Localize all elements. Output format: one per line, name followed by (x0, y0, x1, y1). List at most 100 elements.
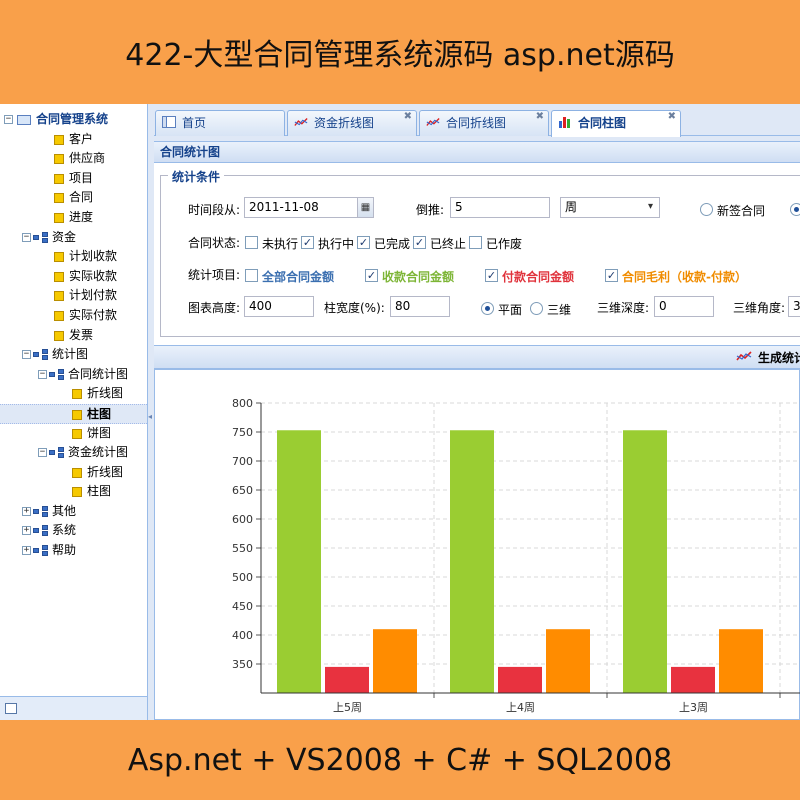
status-checkbox-4[interactable] (469, 236, 482, 249)
sidebar-item-label: 资金 (52, 229, 77, 244)
status-label-3: 已终止 (430, 237, 467, 251)
sidebar-item[interactable]: 折线图 (0, 463, 147, 483)
sidebar-item-label: 实际付款 (69, 307, 118, 322)
sidebar-item[interactable]: + 系统 (0, 521, 147, 541)
panel-title: 合同统计图 (154, 141, 800, 163)
y-tick-label: 500 (232, 571, 253, 584)
sidebar-item[interactable]: + 其他 (0, 502, 147, 522)
leaf-icon (54, 173, 64, 184)
sidebar-item[interactable]: 柱图 (0, 403, 147, 424)
banner-title: 422-大型合同管理系统源码 asp.net源码 (125, 38, 675, 73)
tab-contract-bar[interactable]: 合同柱图 ✖ (551, 110, 681, 137)
depth-field[interactable]: 0 (654, 296, 714, 317)
leaf-icon (72, 409, 82, 420)
tree-root[interactable]: − 合同管理系统 (0, 110, 147, 130)
barwidth-field[interactable]: 80 (390, 296, 450, 317)
leaf-icon (54, 134, 64, 145)
sidebar-item[interactable]: 计划收款 (0, 247, 147, 267)
angle-field[interactable]: 3 (788, 296, 800, 317)
bar (373, 629, 417, 693)
sidebar-item-label: 统计图 (52, 347, 89, 362)
bar (498, 666, 542, 693)
sidebar-item[interactable]: 项目 (0, 169, 147, 189)
new-contract-label: 新签合同 (717, 204, 766, 218)
bar (277, 430, 321, 693)
tab-fund-line[interactable]: 资金折线图 ✖ (287, 110, 417, 136)
collapse-toggle-icon[interactable]: − (38, 448, 47, 458)
leaf-icon (54, 252, 64, 263)
item-label-2: 付款合同金额 (502, 270, 575, 284)
height-field[interactable]: 400 (244, 296, 314, 317)
leaf-icon (72, 487, 82, 498)
tab-contract-bar-label: 合同柱图 (578, 116, 627, 130)
item-checkbox-0[interactable] (245, 269, 258, 282)
collapse-toggle-icon[interactable]: − (22, 350, 31, 360)
sidebar-item[interactable]: 供应商 (0, 149, 147, 169)
sidebar-item[interactable]: − 合同统计图 (0, 365, 147, 385)
status-label: 合同状态: (188, 236, 241, 250)
sidebar-item[interactable]: 柱图 (0, 482, 147, 502)
back-count-field[interactable]: 5 (450, 197, 550, 218)
sidebar-item[interactable]: 折线图 (0, 384, 147, 404)
generate-button[interactable]: 生成统计 (758, 349, 800, 366)
status-checkbox-2[interactable]: ✓ (357, 236, 370, 249)
sidebar-item[interactable]: 计划付款 (0, 286, 147, 306)
sidebar-item[interactable]: 进度 (0, 208, 147, 228)
close-icon[interactable]: ✖ (536, 111, 544, 123)
new-contract-radio[interactable] (700, 203, 713, 216)
tree-node-icon (33, 349, 49, 361)
status-checkbox-1[interactable]: ✓ (301, 236, 314, 249)
sidebar-item[interactable]: − 统计图 (0, 345, 147, 365)
nav-tree: − 合同管理系统 客户 供应商 项目 合同 进度 − 资金计划收款 实际收款计划付款实际付款发… (0, 110, 147, 561)
tab-home[interactable]: 首页 (155, 110, 285, 136)
collapse-toggle-icon[interactable]: − (22, 232, 31, 242)
type-radio-2[interactable] (790, 203, 800, 216)
date-field[interactable]: 2011-11-08 (244, 197, 358, 218)
sidebar-item[interactable]: 合同 (0, 188, 147, 208)
collapse-toggle-icon[interactable]: − (38, 369, 47, 379)
bottom-banner: Asp.net + VS2008 + C# + SQL2008 (0, 720, 800, 800)
tab-contract-line[interactable]: 合同折线图 ✖ (419, 110, 549, 136)
close-icon[interactable]: ✖ (668, 111, 676, 123)
item-label-1: 收款合同金额 (382, 270, 455, 284)
sidebar-item[interactable]: 饼图 (0, 424, 147, 444)
sidebar-item[interactable]: − 资金 (0, 228, 147, 248)
sidebar-item-label: 计划付款 (69, 288, 118, 303)
list-icon[interactable] (5, 703, 17, 714)
calendar-icon[interactable]: ▦ (357, 197, 374, 218)
status-checkbox-3[interactable]: ✓ (413, 236, 426, 249)
flat-radio[interactable] (481, 302, 494, 315)
sidebar-item[interactable]: − 资金统计图 (0, 443, 147, 463)
collapse-arrow-icon[interactable]: ◂ (148, 412, 152, 421)
close-icon[interactable]: ✖ (404, 111, 412, 123)
chevron-down-icon[interactable]: ▾ (642, 197, 659, 218)
sidebar-item-label: 饼图 (87, 425, 112, 440)
sidebar-item[interactable]: 发票 (0, 326, 147, 346)
action-toolbar: 生成统计 (154, 345, 800, 369)
expand-toggle-icon[interactable]: + (22, 546, 31, 556)
leaf-icon (54, 291, 64, 302)
y-tick-label: 400 (232, 629, 253, 642)
height-label: 图表高度: (188, 301, 241, 315)
status-checkbox-0[interactable] (245, 236, 258, 249)
sidebar-item[interactable]: 客户 (0, 130, 147, 150)
tree-node-icon (33, 505, 49, 518)
item-checkbox-2[interactable]: ✓ (485, 269, 498, 282)
collapse-toggle-icon[interactable]: − (4, 115, 13, 124)
expand-toggle-icon[interactable]: + (22, 506, 31, 516)
depth-label: 三维深度: (597, 301, 650, 315)
sidebar-item[interactable]: 实际付款 (0, 306, 147, 326)
banner-footer: Asp.net + VS2008 + C# + SQL2008 (127, 742, 673, 778)
chart-area: 350 400 450 500 550 600 650 700 750 800 上5周 上4周 上3周 (154, 369, 800, 720)
bar (325, 666, 369, 693)
3d-radio[interactable] (530, 302, 543, 315)
item-checkbox-3[interactable]: ✓ (605, 269, 618, 282)
sidebar-item[interactable]: 实际收款 (0, 267, 147, 287)
bar (671, 666, 715, 693)
sidebar-item-label: 实际收款 (69, 268, 118, 283)
item-checkbox-1[interactable]: ✓ (365, 269, 378, 282)
sidebar-item[interactable]: + 帮助 (0, 541, 147, 561)
app-window: − 合同管理系统 客户 供应商 项目 合同 进度 − 资金计划收款 实际收款计划付款实际付款发… (0, 104, 800, 720)
y-tick-label: 750 (232, 426, 253, 439)
expand-toggle-icon[interactable]: + (22, 526, 31, 536)
